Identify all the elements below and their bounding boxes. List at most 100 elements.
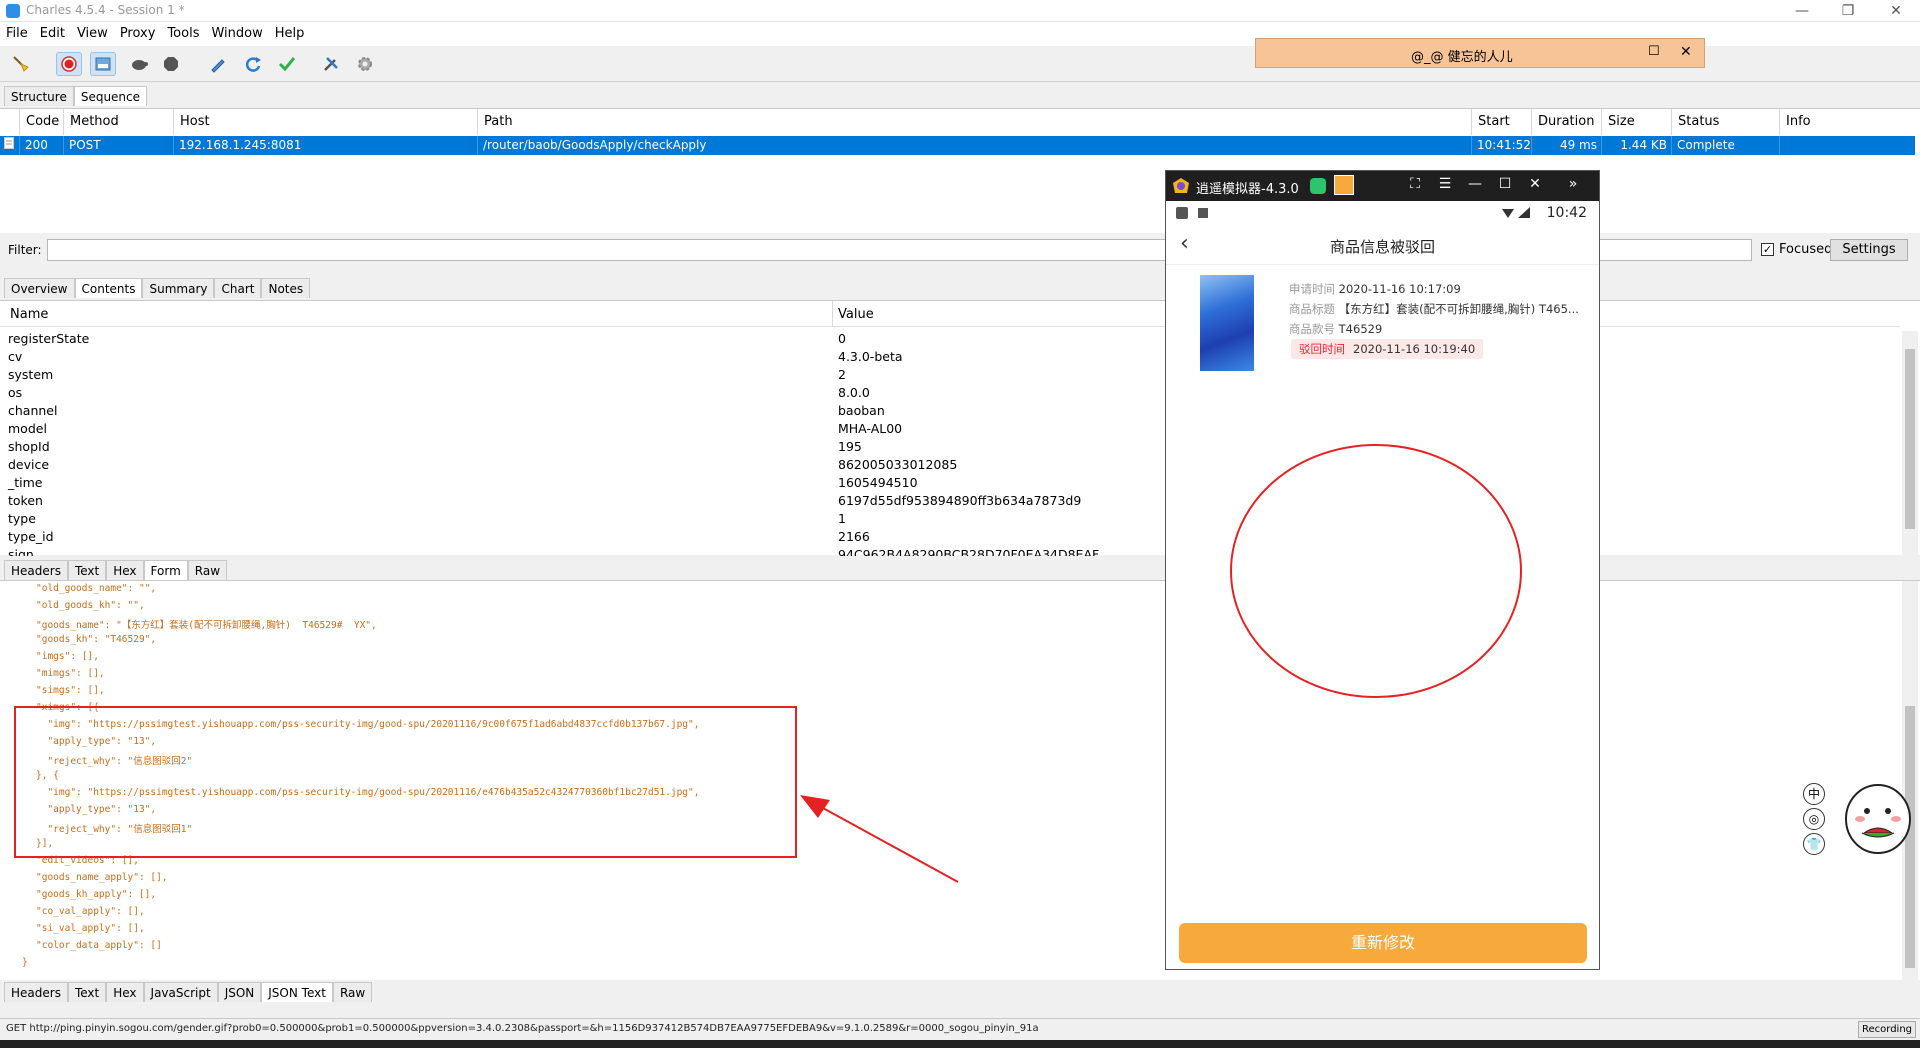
cell-host: 192.168.1.245:8081 — [174, 136, 478, 155]
emu-close-icon[interactable]: ✕ — [1524, 176, 1546, 196]
settings-button[interactable]: Settings — [1830, 239, 1908, 261]
col-status[interactable]: Status — [1672, 109, 1780, 135]
cell-method: POST — [64, 136, 174, 155]
validate-check-icon[interactable] — [274, 52, 300, 76]
tab-req-hex[interactable]: Hex — [106, 560, 144, 580]
ime-skin-icon[interactable]: 👕 — [1803, 833, 1825, 855]
json-line: "color_data_apply": [] — [36, 940, 162, 951]
goods-title: 商品标题 【东方红】套装(配不可拆卸腰绳,胸针) T465... — [1289, 302, 1579, 316]
throttle-icon[interactable] — [90, 52, 116, 76]
json-line: "goods_name_apply": [], — [36, 872, 168, 883]
status-text: GET http://ping.pinyin.sogou.com/gender.… — [6, 1023, 1039, 1034]
form-row[interactable]: device 862005033012085 — [0, 457, 1900, 475]
emu-minimize-icon[interactable]: — — [1464, 176, 1486, 196]
emu-maximize-icon[interactable]: ☐ — [1494, 176, 1516, 196]
broom-icon[interactable] — [8, 52, 34, 76]
menu-proxy[interactable]: Proxy — [114, 22, 162, 46]
tab-resp-json[interactable]: JSON — [217, 982, 262, 1002]
compose-pen-icon[interactable] — [205, 52, 231, 76]
form-row[interactable]: type 1 — [0, 511, 1900, 529]
form-row[interactable]: os 8.0.0 — [0, 385, 1900, 403]
menu-view[interactable]: View — [71, 22, 114, 46]
form-row[interactable]: _time 1605494510 — [0, 475, 1900, 493]
form-row[interactable]: shopId 195 — [0, 439, 1900, 457]
tab-req-form[interactable]: Form — [143, 560, 188, 580]
menu-window[interactable]: Window — [205, 22, 268, 46]
form-row[interactable]: model MHA-AL00 — [0, 421, 1900, 439]
emulator-title: 逍遥模拟器-4.3.0 — [1196, 182, 1299, 197]
refresh-icon[interactable] — [240, 52, 266, 76]
settings-gear-icon[interactable] — [352, 52, 378, 76]
record-icon[interactable] — [56, 52, 82, 76]
notification-text: @_@ 健忘的人儿 — [1411, 50, 1513, 65]
tab-req-raw[interactable]: Raw — [187, 560, 228, 580]
ime-settings-icon[interactable]: ◎ — [1803, 808, 1825, 830]
menu-file[interactable]: File — [0, 22, 34, 46]
notification-restore-icon[interactable]: ☐ — [1648, 44, 1660, 59]
menu-edit[interactable]: Edit — [34, 22, 71, 46]
form-row[interactable]: cv 4.3.0-beta — [0, 349, 1900, 367]
ime-chinese-icon[interactable]: 中 — [1803, 783, 1825, 805]
tab-structure[interactable]: Structure — [4, 86, 74, 106]
response-tabs: Headers Text Hex JavaScript JSON JSON Text Raw — [4, 982, 373, 1002]
col-method[interactable]: Method — [64, 109, 174, 135]
title-bar: Charles 4.5.4 - Session 1 * — ❐ ✕ — [0, 0, 1920, 22]
highlight-box — [14, 706, 797, 858]
sequence-table: Code Method Host Path Start Duration Siz… — [0, 108, 1920, 233]
menu-tools[interactable]: Tools — [161, 22, 205, 46]
tools-icon[interactable] — [318, 52, 344, 76]
form-row[interactable]: system 2 — [0, 367, 1900, 385]
col-size[interactable]: Size — [1602, 109, 1672, 135]
fullscreen-icon[interactable]: ⛶ — [1404, 176, 1426, 196]
tab-sequence[interactable]: Sequence — [73, 86, 148, 106]
app-shortcut-icon[interactable] — [1334, 175, 1354, 195]
tab-chart[interactable]: Chart — [214, 278, 262, 298]
json-line: "old_goods_kh": "", — [36, 600, 145, 611]
tab-resp-text[interactable]: Text — [67, 982, 107, 1002]
col-value[interactable]: Value — [838, 307, 874, 322]
emulator-titlebar: 逍遥模拟器-4.3.0 ⛶ ☰ — ☐ ✕ » — [1166, 171, 1599, 201]
col-name[interactable]: Name — [10, 307, 48, 322]
tab-contents[interactable]: Contents — [74, 278, 143, 298]
tab-req-headers[interactable]: Headers — [4, 560, 68, 580]
form-scrollbar[interactable] — [1902, 331, 1918, 556]
tab-req-text[interactable]: Text — [67, 560, 107, 580]
annotation-arrow-left — [800, 795, 959, 883]
form-row[interactable]: token 6197d55df953894890ff3b634a7873d9 — [0, 493, 1900, 511]
turtle-icon[interactable] — [126, 52, 152, 76]
tab-resp-raw[interactable]: Raw — [332, 982, 373, 1002]
restore-button[interactable]: ❐ — [1826, 0, 1870, 22]
menu-icon[interactable]: ☰ — [1434, 176, 1456, 196]
col-code[interactable]: Code — [20, 109, 64, 135]
tab-resp-javascript[interactable]: JavaScript — [143, 982, 218, 1002]
minimize-button[interactable]: — — [1780, 0, 1824, 22]
tab-notes[interactable]: Notes — [261, 278, 311, 298]
form-row[interactable]: channel baoban — [0, 403, 1900, 421]
product-image[interactable] — [1200, 275, 1254, 371]
form-row[interactable]: sign 94C962B4A8290BCB28D70F0EA34D8EAF — [0, 547, 1900, 556]
emu-expand-icon[interactable]: » — [1562, 176, 1584, 196]
col-path[interactable]: Path — [478, 109, 1472, 135]
tab-resp-headers[interactable]: Headers — [4, 982, 68, 1002]
status-bar: GET http://ping.pinyin.sogou.com/gender.… — [0, 1018, 1920, 1040]
re-edit-button[interactable]: 重新修改 — [1179, 923, 1587, 963]
wechat-icon[interactable] — [1310, 178, 1326, 194]
col-start[interactable]: Start — [1472, 109, 1532, 135]
focused-checkbox[interactable]: ✓ — [1761, 243, 1774, 256]
stop-icon[interactable] — [158, 52, 184, 76]
view-tabs: Structure Sequence — [4, 86, 148, 106]
tab-summary[interactable]: Summary — [142, 278, 215, 298]
col-info[interactable]: Info — [1780, 109, 1915, 135]
tab-resp-hex[interactable]: Hex — [106, 982, 144, 1002]
tab-overview[interactable]: Overview — [4, 278, 75, 298]
json-line: "simgs": [], — [36, 685, 105, 696]
form-row[interactable]: type_id 2166 — [0, 529, 1900, 547]
col-host[interactable]: Host — [174, 109, 478, 135]
form-row[interactable]: registerState 0 — [0, 331, 1900, 349]
menu-help[interactable]: Help — [269, 22, 311, 46]
notification-close-icon[interactable]: ✕ — [1680, 44, 1692, 60]
col-duration[interactable]: Duration — [1532, 109, 1602, 135]
table-row-selected[interactable]: 200 POST 192.168.1.245:8081 /router/baob… — [0, 136, 1915, 155]
close-button[interactable]: ✕ — [1874, 0, 1918, 22]
tab-resp-json-text[interactable]: JSON Text — [261, 982, 333, 1002]
